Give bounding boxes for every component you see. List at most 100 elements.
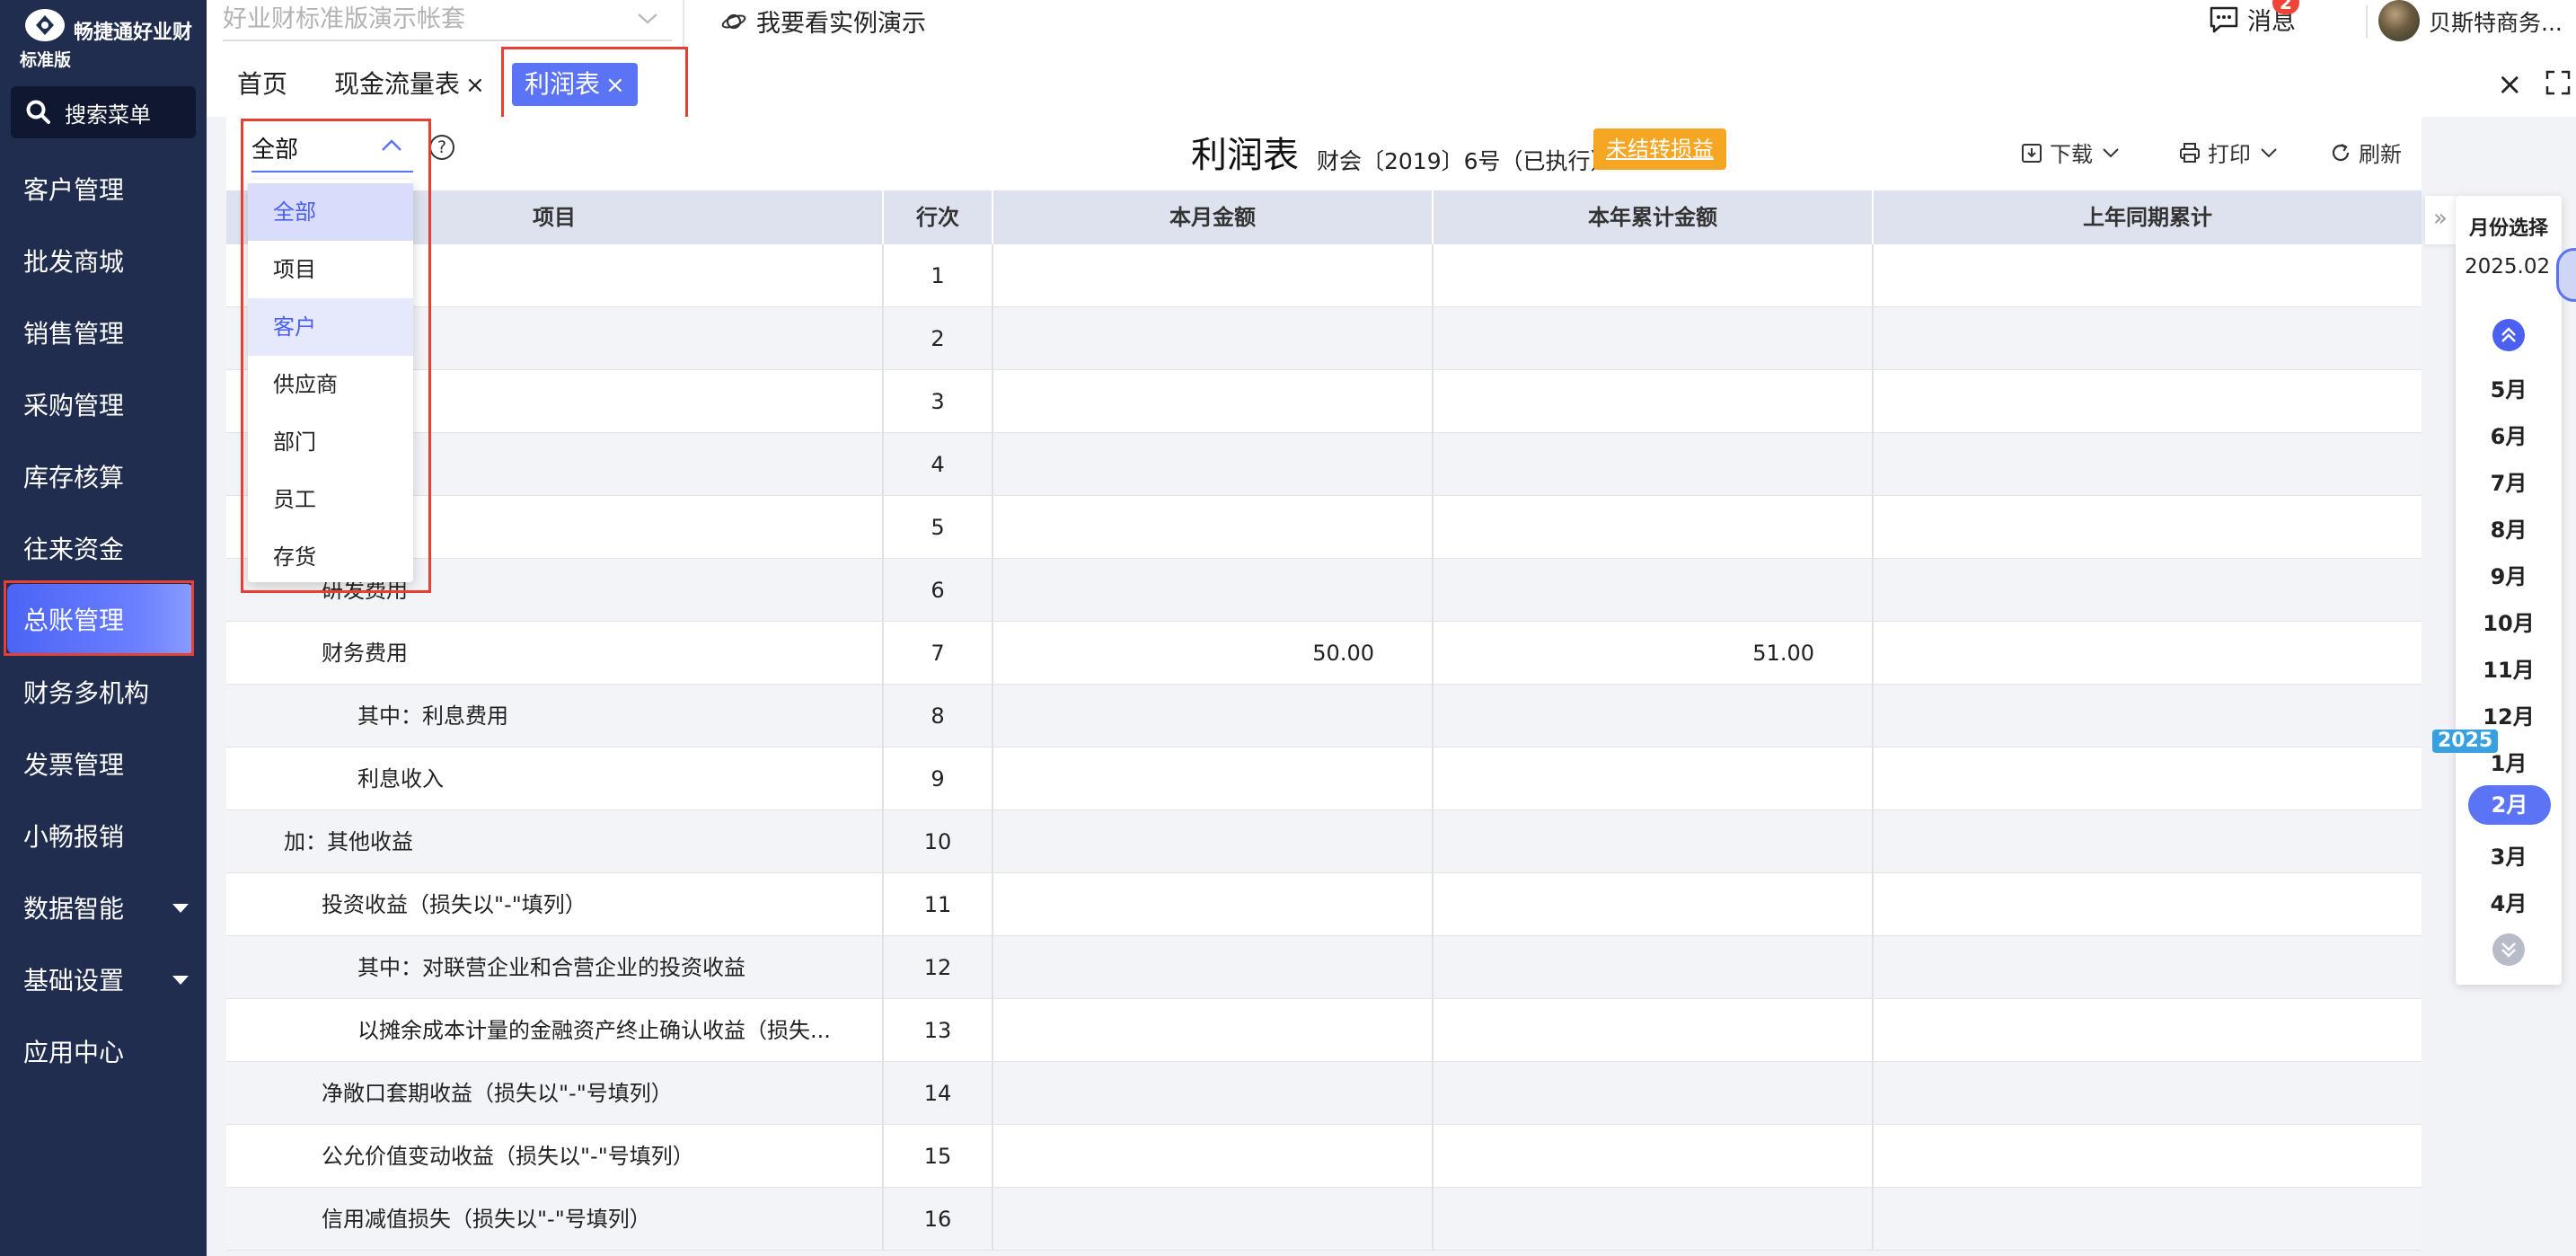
table-row[interactable]: 以摊余成本计量的金融资产终止确认收益（损失... 13 [226, 999, 2422, 1062]
sidebar-item-invoice[interactable]: 发票管理 [0, 728, 207, 800]
sidebar-item-data-intelligence[interactable]: 数据智能 [0, 871, 207, 943]
tab-cash-flow[interactable]: 现金流量表 × [322, 63, 498, 106]
sidebar-item-sales[interactable]: 销售管理 [0, 296, 207, 368]
demo-link[interactable]: 我要看实例演示 [720, 4, 926, 39]
dropdown-option-employee[interactable]: 员工 [248, 471, 413, 528]
month-option[interactable]: 12月 [2456, 699, 2562, 730]
row-prior-year-amount[interactable] [1874, 685, 2422, 747]
sidebar-item-inventory[interactable]: 库存核算 [0, 440, 207, 512]
table-row[interactable]: 财务费用 7 50.00 51.00 [226, 622, 2422, 685]
sidebar-item-app-center[interactable]: 应用中心 [0, 1015, 207, 1087]
table-row[interactable]: 加3 [226, 370, 2422, 433]
row-month-amount[interactable] [993, 936, 1434, 999]
close-all-tabs-icon[interactable]: × [2497, 66, 2523, 102]
collapse-panel-icon[interactable]: » [2425, 196, 2456, 244]
tab-home[interactable]: 首页 [225, 63, 300, 106]
print-button[interactable]: 打印 [2179, 137, 2278, 168]
close-icon[interactable]: × [465, 72, 485, 99]
row-prior-year-amount[interactable] [1874, 244, 2422, 307]
row-ytd-amount[interactable] [1434, 1188, 1874, 1251]
row-prior-year-amount[interactable] [1874, 1062, 2422, 1125]
scroll-up-button[interactable] [2492, 318, 2526, 352]
row-prior-year-amount[interactable] [1874, 873, 2422, 936]
row-month-amount[interactable] [993, 244, 1434, 307]
month-option[interactable]: 8月 [2456, 512, 2562, 544]
sidebar-item-customer[interactable]: 客户管理 [0, 153, 207, 225]
sidebar-item-purchase[interactable]: 采购管理 [0, 368, 207, 440]
floating-assistant-icon[interactable] [2556, 248, 2576, 302]
sidebar-item-multi-org[interactable]: 财务多机构 [0, 656, 207, 728]
search-menu-button[interactable]: 搜索菜单 [11, 86, 196, 138]
row-ytd-amount[interactable]: 51.00 [1434, 622, 1874, 685]
row-prior-year-amount[interactable] [1874, 307, 2422, 370]
row-prior-year-amount[interactable] [1874, 1188, 2422, 1251]
refresh-button[interactable]: 刷新 [2330, 137, 2402, 168]
download-button[interactable]: 下载 [2021, 137, 2120, 168]
month-option[interactable]: 7月 [2456, 465, 2562, 497]
table-row[interactable]: 公允价值变动收益（损失以"-"号填列） 15 [226, 1125, 2422, 1188]
table-row[interactable]: 投资收益（损失以"-"填列） 11 [226, 873, 2422, 936]
row-ytd-amount[interactable] [1434, 936, 1874, 999]
row-ytd-amount[interactable] [1434, 1062, 1874, 1125]
close-icon[interactable]: × [605, 72, 625, 99]
table-row[interactable]: 加：其他收益 10 [226, 810, 2422, 873]
table-row[interactable]: 净敞口套期收益（损失以"-"号填列） 14 [226, 1062, 2422, 1125]
help-icon[interactable]: ? [429, 135, 454, 160]
dropdown-option-all[interactable]: 全部 [248, 183, 413, 241]
row-ytd-amount[interactable] [1434, 685, 1874, 747]
row-prior-year-amount[interactable] [1874, 1125, 2422, 1188]
row-prior-year-amount[interactable] [1874, 810, 2422, 873]
month-option[interactable]: 6月 [2456, 419, 2562, 450]
month-option[interactable]: 2月 [2468, 785, 2551, 825]
row-month-amount[interactable] [993, 433, 1434, 496]
scroll-down-button[interactable] [2492, 933, 2526, 967]
table-row[interactable]: 2 [226, 307, 2422, 370]
row-month-amount[interactable] [993, 810, 1434, 873]
row-month-amount[interactable] [993, 307, 1434, 370]
row-ytd-amount[interactable] [1434, 1125, 1874, 1188]
row-month-amount[interactable] [993, 1062, 1434, 1125]
row-month-amount[interactable] [993, 685, 1434, 747]
brand-logo[interactable]: 畅捷通好业财 标准版 [18, 5, 207, 70]
table-row[interactable]: 1 [226, 244, 2422, 307]
table-row[interactable]: 其中：对联营企业和合营企业的投资收益 12 [226, 936, 2422, 999]
table-row[interactable]: 利息收入 9 [226, 747, 2422, 810]
row-ytd-amount[interactable] [1434, 999, 1874, 1062]
row-ytd-amount[interactable] [1434, 496, 1874, 559]
row-prior-year-amount[interactable] [1874, 622, 2422, 685]
row-prior-year-amount[interactable] [1874, 999, 2422, 1062]
row-ytd-amount[interactable] [1434, 810, 1874, 873]
dropdown-option-department[interactable]: 部门 [248, 413, 413, 471]
row-ytd-amount[interactable] [1434, 747, 1874, 810]
month-option[interactable]: 9月 [2456, 559, 2562, 590]
table-row[interactable]: 其中：利息费用 8 [226, 685, 2422, 747]
row-month-amount[interactable] [993, 747, 1434, 810]
row-ytd-amount[interactable] [1434, 370, 1874, 433]
sidebar-item-funds[interactable]: 往来资金 [0, 512, 207, 584]
unposted-pl-link[interactable]: 未结转损益 [1593, 128, 1726, 170]
row-month-amount[interactable] [993, 370, 1434, 433]
user-name[interactable]: 贝斯特商务... [2429, 5, 2563, 38]
row-ytd-amount[interactable] [1434, 873, 1874, 936]
row-ytd-amount[interactable] [1434, 307, 1874, 370]
month-option[interactable]: 3月 [2456, 839, 2562, 871]
row-prior-year-amount[interactable] [1874, 559, 2422, 622]
sidebar-item-general-ledger[interactable]: 总账管理 [7, 584, 194, 654]
row-prior-year-amount[interactable] [1874, 370, 2422, 433]
row-ytd-amount[interactable] [1434, 433, 1874, 496]
row-month-amount[interactable] [993, 1125, 1434, 1188]
row-prior-year-amount[interactable] [1874, 747, 2422, 810]
month-option[interactable]: 11月 [2456, 652, 2562, 684]
fullscreen-icon[interactable] [2545, 70, 2571, 95]
table-row[interactable]: 信用减值损失（损失以"-"号填列） 16 [226, 1188, 2422, 1251]
row-month-amount[interactable] [993, 496, 1434, 559]
dropdown-option-customer[interactable]: 客户 [248, 298, 413, 356]
tab-income-statement[interactable]: 利润表 × [512, 63, 638, 106]
dropdown-option-stock[interactable]: 存货 [248, 528, 413, 586]
avatar[interactable] [2378, 0, 2420, 41]
table-row[interactable]: 5 [226, 496, 2422, 559]
row-month-amount[interactable] [993, 1188, 1434, 1251]
dimension-filter-select[interactable]: 全部 [251, 124, 413, 172]
row-month-amount[interactable] [993, 873, 1434, 936]
sidebar-item-expense[interactable]: 小畅报销 [0, 800, 207, 871]
